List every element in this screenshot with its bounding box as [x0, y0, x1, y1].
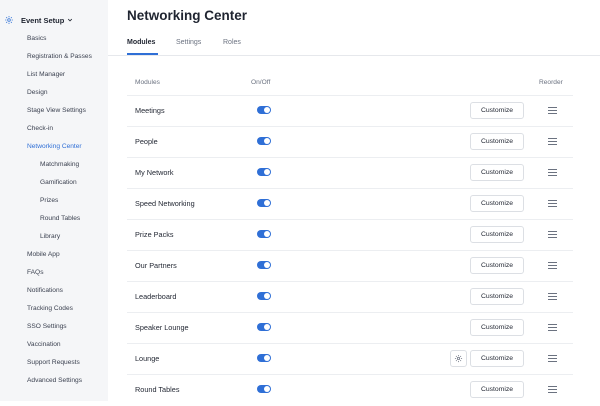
- table-row: Leaderboard Customize: [127, 281, 573, 313]
- sidebar-subitem-prizes[interactable]: Prizes: [40, 197, 58, 204]
- module-name: Speed Networking: [135, 199, 195, 208]
- module-toggle[interactable]: [257, 230, 271, 238]
- customize-button[interactable]: Customize: [470, 350, 524, 367]
- module-name: Lounge: [135, 354, 160, 363]
- module-toggle[interactable]: [257, 168, 271, 176]
- sidebar: Event Setup Basics Registration & Passes…: [0, 0, 108, 401]
- module-toggle[interactable]: [257, 199, 271, 207]
- drag-handle-icon[interactable]: [548, 355, 557, 363]
- module-toggle[interactable]: [257, 106, 271, 114]
- sidebar-item-basics[interactable]: Basics: [27, 35, 46, 42]
- module-name: My Network: [135, 168, 174, 177]
- sidebar-item-faqs[interactable]: FAQs: [27, 269, 44, 276]
- sidebar-item-advanced-settings[interactable]: Advanced Settings: [27, 377, 82, 384]
- column-header-modules: Modules: [135, 79, 160, 86]
- module-toggle[interactable]: [257, 385, 271, 393]
- table-row: Speaker Lounge Customize: [127, 312, 573, 344]
- toggle-knob: [264, 231, 270, 237]
- toggle-knob: [264, 138, 270, 144]
- gear-icon: [5, 16, 13, 24]
- module-toggle[interactable]: [257, 261, 271, 269]
- drag-handle-icon[interactable]: [548, 231, 557, 239]
- module-toggle[interactable]: [257, 137, 271, 145]
- customize-button[interactable]: Customize: [470, 164, 524, 181]
- table-row: My Network Customize: [127, 157, 573, 189]
- customize-button[interactable]: Customize: [470, 257, 524, 274]
- toggle-knob: [264, 293, 270, 299]
- module-name: Leaderboard: [135, 292, 177, 301]
- drag-handle-icon[interactable]: [548, 324, 557, 332]
- sidebar-item-vaccination[interactable]: Vaccination: [27, 341, 61, 348]
- customize-button[interactable]: Customize: [470, 288, 524, 305]
- table-row: Speed Networking Customize: [127, 188, 573, 220]
- table-row: Our Partners Customize: [127, 250, 573, 282]
- module-name: Our Partners: [135, 261, 177, 270]
- table-row: Lounge Customize: [127, 343, 573, 375]
- tabs-divider: [108, 55, 600, 56]
- toggle-knob: [264, 169, 270, 175]
- module-name: Meetings: [135, 106, 165, 115]
- sidebar-subitem-library[interactable]: Library: [40, 233, 60, 240]
- toggle-knob: [264, 200, 270, 206]
- module-name: Prize Packs: [135, 230, 174, 239]
- drag-handle-icon[interactable]: [548, 386, 557, 394]
- sidebar-item-mobile-app[interactable]: Mobile App: [27, 251, 60, 258]
- table-row: People Customize: [127, 126, 573, 158]
- page-title: Networking Center: [127, 8, 248, 23]
- toggle-knob: [264, 107, 270, 113]
- sidebar-item-tracking-codes[interactable]: Tracking Codes: [27, 305, 73, 312]
- sidebar-subitem-matchmaking[interactable]: Matchmaking: [40, 161, 79, 168]
- table-row: Prize Packs Customize: [127, 219, 573, 251]
- module-name: Round Tables: [135, 385, 180, 394]
- tab-roles[interactable]: Roles: [223, 39, 241, 46]
- module-settings-button[interactable]: [450, 350, 467, 367]
- drag-handle-icon[interactable]: [548, 169, 557, 177]
- sidebar-item-support-requests[interactable]: Support Requests: [27, 359, 80, 366]
- table-row: Meetings Customize: [127, 95, 573, 127]
- module-toggle[interactable]: [257, 323, 271, 331]
- toggle-knob: [264, 386, 270, 392]
- drag-handle-icon[interactable]: [548, 107, 557, 115]
- drag-handle-icon[interactable]: [548, 200, 557, 208]
- customize-button[interactable]: Customize: [470, 381, 524, 398]
- table-row: Round Tables Customize: [127, 374, 573, 406]
- column-header-onoff: On/Off: [251, 79, 271, 86]
- sidebar-item-check-in[interactable]: Check-in: [27, 125, 53, 132]
- customize-button[interactable]: Customize: [470, 319, 524, 336]
- toggle-knob: [264, 355, 270, 361]
- customize-button[interactable]: Customize: [470, 195, 524, 212]
- sidebar-item-stage-view-settings[interactable]: Stage View Settings: [27, 107, 86, 114]
- sidebar-section-header[interactable]: Event Setup: [4, 13, 73, 27]
- sidebar-item-notifications[interactable]: Notifications: [27, 287, 63, 294]
- sidebar-item-registration-passes[interactable]: Registration & Passes: [27, 53, 92, 60]
- sidebar-item-list-manager[interactable]: List Manager: [27, 71, 65, 78]
- tab-settings[interactable]: Settings: [176, 39, 201, 46]
- module-name: People: [135, 137, 158, 146]
- customize-button[interactable]: Customize: [470, 102, 524, 119]
- gear-icon: [454, 354, 463, 363]
- module-toggle[interactable]: [257, 354, 271, 362]
- customize-button[interactable]: Customize: [470, 133, 524, 150]
- toggle-knob: [264, 262, 270, 268]
- sidebar-header-label: Event Setup: [21, 15, 65, 25]
- module-toggle[interactable]: [257, 292, 271, 300]
- customize-button[interactable]: Customize: [470, 226, 524, 243]
- toggle-knob: [264, 324, 270, 330]
- sidebar-item-design[interactable]: Design: [27, 89, 48, 96]
- tab-modules[interactable]: Modules: [127, 39, 155, 46]
- sidebar-subitem-round-tables[interactable]: Round Tables: [40, 215, 80, 222]
- sidebar-subitem-gamification[interactable]: Gamification: [40, 179, 77, 186]
- drag-handle-icon[interactable]: [548, 293, 557, 301]
- sidebar-item-networking-center[interactable]: Networking Center: [27, 143, 82, 150]
- column-header-reorder: Reorder: [539, 79, 563, 86]
- sidebar-item-sso-settings[interactable]: SSO Settings: [27, 323, 67, 330]
- module-name: Speaker Lounge: [135, 323, 189, 332]
- drag-handle-icon[interactable]: [548, 138, 557, 146]
- drag-handle-icon[interactable]: [548, 262, 557, 270]
- chevron-down-icon: [68, 18, 73, 22]
